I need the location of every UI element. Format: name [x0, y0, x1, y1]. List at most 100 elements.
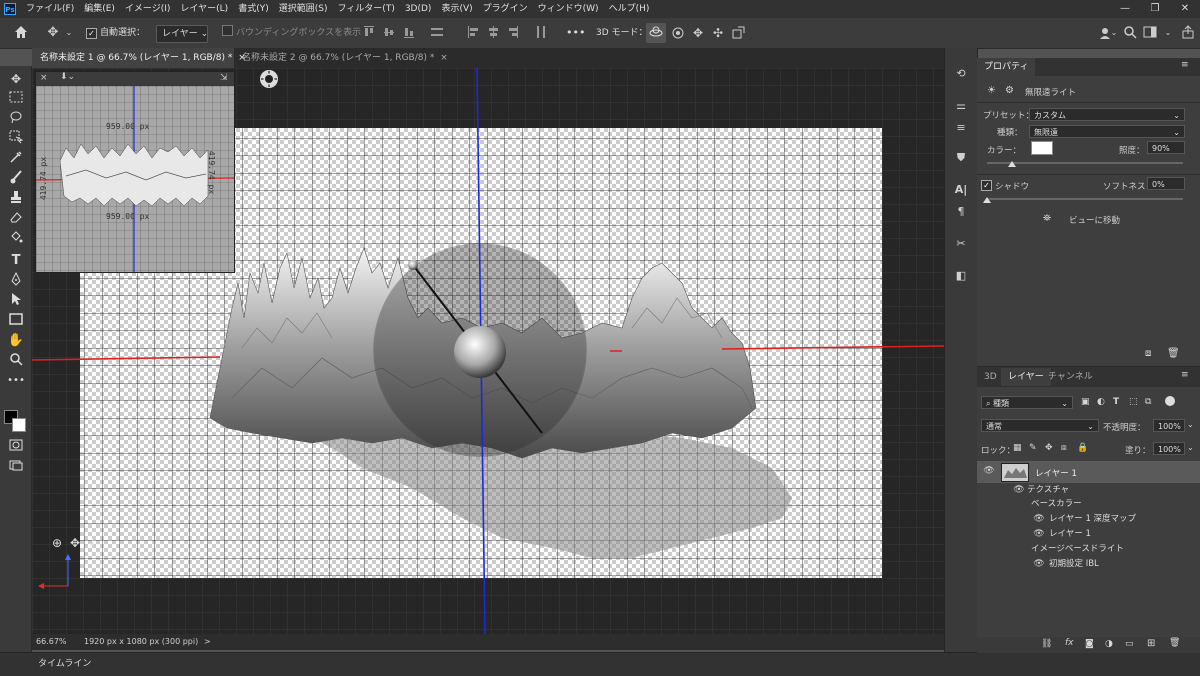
filter-toggle-icon[interactable] — [1165, 396, 1175, 406]
chevron-down-icon[interactable]: ⌄ — [1110, 25, 1118, 41]
orbit-camera-icon[interactable]: ⊕ — [52, 536, 66, 550]
properties-icon[interactable]: ≡ — [953, 120, 969, 136]
brush-tool-icon[interactable] — [6, 170, 26, 188]
secondary-view-window[interactable]: × ⬇⌄ ⇲ 959.00 px 959.00 px 419.74 px 419… — [35, 71, 235, 273]
paragraph-icon[interactable]: ¶ — [953, 204, 969, 220]
preset-dropdown[interactable]: カスタム ⌄ — [1029, 108, 1185, 121]
panel-menu-icon[interactable]: ≡ — [1181, 370, 1189, 380]
orbit-3d-icon[interactable] — [646, 23, 666, 43]
align-left-icon[interactable] — [466, 25, 480, 41]
filter-pixel-icon[interactable]: ▣ — [1081, 397, 1090, 407]
intensity-slider-thumb[interactable] — [1008, 161, 1016, 167]
minimize-button[interactable]: — — [1110, 0, 1140, 18]
lock-transparency-icon[interactable]: ▦ — [1013, 443, 1022, 453]
intensity-slider[interactable] — [987, 162, 1183, 164]
light-bulb-icon[interactable] — [260, 70, 278, 88]
filter-smart-icon[interactable]: ⧉ — [1145, 397, 1151, 407]
rectangle-tool-icon[interactable] — [6, 312, 26, 330]
layer-row-layer1-sub[interactable]: 👁 レイヤー 1 — [977, 527, 1200, 541]
pan-3d-icon[interactable]: ✥ — [690, 25, 706, 41]
close-window-button[interactable]: ✕ — [1170, 0, 1200, 18]
quick-mask-icon[interactable] — [6, 438, 26, 456]
layer-row-ibl-default[interactable]: 👁 初期設定 IBL — [977, 557, 1200, 571]
chevron-down-icon[interactable]: ⌄ — [64, 25, 74, 41]
softness-input[interactable]: 0% — [1147, 177, 1185, 190]
filter-type-icon[interactable]: T — [1113, 397, 1119, 407]
layer-row-ibl[interactable]: イメージベースドライト — [977, 542, 1200, 556]
move-to-view-icon[interactable]: ⛯ — [1043, 213, 1051, 224]
stamp-tool-icon[interactable] — [6, 190, 26, 208]
menu-type[interactable]: 書式(Y) — [238, 0, 269, 18]
adjustments-icon[interactable]: ⚌ — [953, 98, 969, 114]
softness-slider[interactable] — [987, 198, 1183, 200]
filter-shape-icon[interactable]: ⬚ — [1129, 397, 1138, 407]
menu-image[interactable]: イメージ(I) — [125, 0, 171, 18]
checkbox-checked-icon[interactable]: ✓ — [86, 28, 97, 39]
new-layer-icon[interactable]: ⊞ — [1147, 638, 1155, 649]
dolly-camera-icon[interactable]: ↓ — [88, 536, 102, 550]
eraser-tool-icon[interactable] — [6, 210, 26, 228]
align-bottom-icon[interactable] — [402, 25, 416, 41]
fx-icon[interactable]: fx — [1065, 638, 1074, 648]
visibility-eye-icon[interactable]: 👁 — [1013, 483, 1025, 497]
checkbox-checked-icon[interactable]: ✓ — [981, 180, 992, 191]
tab-document-2[interactable]: 名称未設定 2 @ 66.7% (レイヤー 1, RGB/8) * × — [234, 48, 448, 68]
layer-filter-dropdown[interactable]: ⌕ 種類 ⌄ — [981, 396, 1073, 409]
more-options-button[interactable]: ••• — [566, 25, 585, 41]
view-select-icon[interactable]: ⬇⌄ — [60, 72, 75, 82]
lock-all-icon[interactable]: 🔒 — [1077, 443, 1088, 453]
chevron-down-icon[interactable]: ⌄ — [1164, 25, 1172, 41]
layer-row-layer1[interactable]: 👁 レイヤー 1 — [977, 461, 1200, 483]
layer-row-texture[interactable]: 👁 テクスチャ — [977, 483, 1200, 497]
trash-icon[interactable]: 🗑 — [1167, 348, 1180, 359]
intensity-input[interactable]: 90% — [1147, 141, 1185, 154]
eyedropper-tool-icon[interactable] — [6, 150, 26, 168]
move-tool-icon[interactable]: ✥ — [44, 25, 62, 41]
fill-input[interactable]: 100% — [1153, 442, 1185, 455]
chevron-down-icon[interactable]: ⌄ — [1187, 420, 1194, 429]
history-icon[interactable]: ⟲ — [953, 66, 969, 82]
trash-icon[interactable]: 🗑 — [1169, 638, 1180, 648]
close-icon[interactable]: × — [40, 73, 48, 83]
align-right-icon[interactable] — [506, 25, 520, 41]
filter-adjust-icon[interactable]: ◐ — [1097, 397, 1105, 407]
lock-move-icon[interactable]: ✥ — [1045, 443, 1053, 453]
align-center-icon[interactable] — [486, 25, 500, 41]
lasso-tool-icon[interactable] — [6, 110, 26, 128]
visibility-eye-icon[interactable]: 👁 — [1033, 557, 1045, 571]
move-to-view-button[interactable]: ビューに移動 — [1069, 214, 1120, 226]
screen-mode-icon[interactable] — [6, 458, 26, 476]
search-icon[interactable] — [1122, 25, 1138, 41]
hand-tool-icon[interactable]: ✋ — [6, 332, 26, 350]
tools-preset-icon[interactable]: ✂ — [953, 236, 969, 252]
zoom-level[interactable]: 66.67% — [36, 634, 67, 650]
menu-window[interactable]: ウィンドウ(W) — [538, 0, 599, 18]
more-tools-icon[interactable]: ••• — [6, 372, 26, 390]
menu-edit[interactable]: 編集(E) — [84, 0, 115, 18]
layer-row-depth-map[interactable]: 👁 レイヤー 1 深度マップ — [977, 512, 1200, 526]
render-icon[interactable]: ⧈ — [1145, 348, 1151, 359]
distribute-horizontal-icon[interactable] — [534, 25, 548, 41]
kind-dropdown[interactable]: 無限遠 ⌄ — [1029, 125, 1185, 138]
bounding-box-checkbox[interactable]: バウンディングボックスを表示 — [222, 25, 361, 41]
menu-filter[interactable]: フィルター(T) — [337, 0, 394, 18]
tab-properties[interactable]: プロパティ — [977, 58, 1036, 76]
light-color-swatch[interactable] — [1031, 141, 1053, 155]
3d-panel-icon[interactable]: ◧ — [953, 268, 969, 284]
menu-3d[interactable]: 3D(D) — [405, 0, 432, 18]
workspace-icon[interactable] — [1142, 25, 1158, 41]
status-menu-arrow[interactable]: > — [204, 634, 211, 650]
tab-3d[interactable]: 3D — [977, 368, 1004, 386]
scale-3d-icon[interactable] — [730, 25, 746, 41]
blend-mode-dropdown[interactable]: 通常 ⌄ — [981, 419, 1099, 432]
stamp-panel-icon[interactable]: ⛊ — [953, 150, 969, 166]
close-icon[interactable]: × — [440, 53, 448, 63]
visibility-eye-icon[interactable]: 👁 — [1033, 527, 1045, 541]
pan-camera-icon[interactable]: ✥ — [70, 536, 84, 550]
softness-slider-thumb[interactable] — [983, 197, 991, 203]
type-tool-icon[interactable]: T — [6, 252, 26, 270]
canvas-area[interactable]: ⊕ ✥ ↓ × ⬇⌄ ⇲ 959.00 px 959.00 px 419.74 … — [32, 68, 944, 634]
menu-layer[interactable]: レイヤー(L) — [180, 0, 228, 18]
menu-file[interactable]: ファイル(F) — [26, 0, 74, 18]
tab-channels[interactable]: チャンネル — [1041, 368, 1100, 386]
